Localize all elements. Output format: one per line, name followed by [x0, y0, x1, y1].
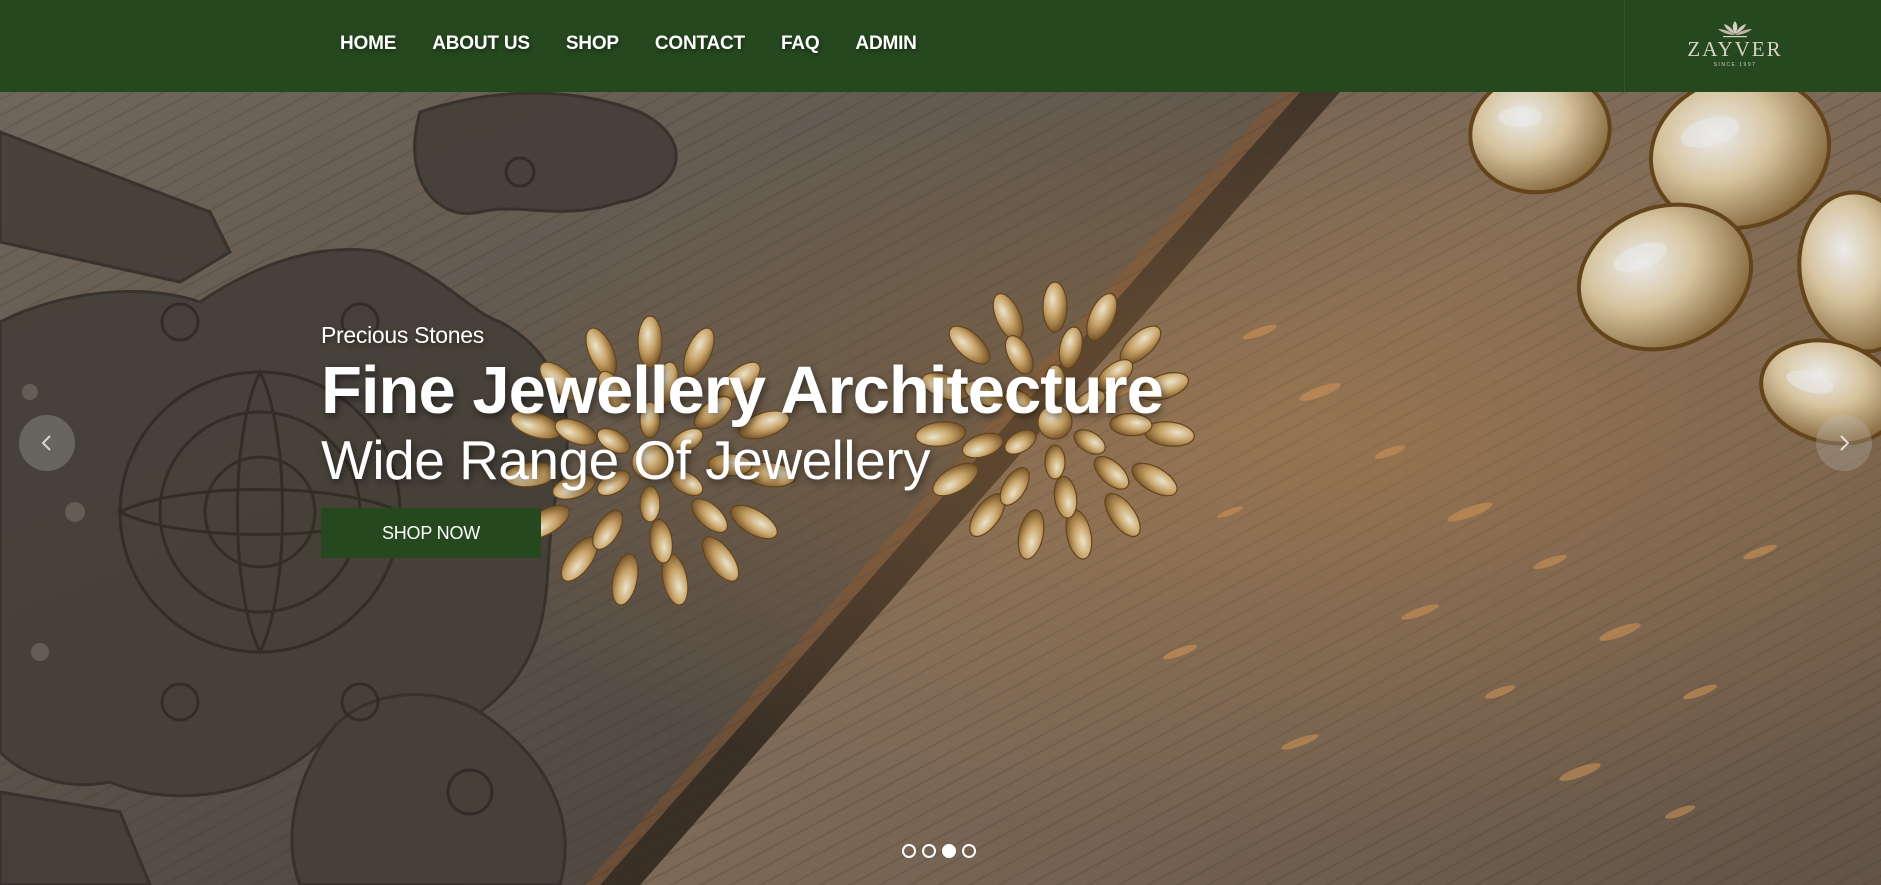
- slide-dot[interactable]: [902, 844, 916, 858]
- hero-title: Fine Jewellery Architecture: [321, 353, 1164, 428]
- slide-dot[interactable]: [922, 844, 936, 858]
- nav-faq-link[interactable]: FAQ: [781, 33, 820, 54]
- top-navbar: HOME ABOUT US SHOP CONTACT FAQ ADMIN ZAY…: [0, 0, 1881, 92]
- hero-background-image: [0, 92, 1881, 885]
- slide-dot[interactable]: [962, 844, 976, 858]
- brand-logo[interactable]: ZAYVER SINCE 1997: [1680, 20, 1790, 76]
- nav-about-link[interactable]: ABOUT US: [432, 33, 530, 54]
- shop-now-button[interactable]: SHOP NOW: [321, 508, 541, 558]
- slider-pagination: [902, 844, 982, 858]
- lotus-emblem-icon: [1718, 21, 1752, 38]
- slider-prev-button[interactable]: [19, 415, 75, 471]
- nav-shop-link[interactable]: SHOP: [566, 33, 619, 54]
- hero-slider: Precious Stones Fine Jewellery Architect…: [0, 92, 1881, 885]
- chevron-left-icon: [41, 435, 51, 451]
- nav-home-link[interactable]: HOME: [340, 33, 396, 54]
- main-nav: HOME ABOUT US SHOP CONTACT FAQ ADMIN: [340, 0, 953, 88]
- slide-dot-active[interactable]: [942, 844, 956, 858]
- logo-tagline: SINCE 1997: [1713, 62, 1757, 68]
- chevron-right-icon: [1840, 435, 1850, 451]
- logo-wordmark: ZAYVER: [1687, 37, 1783, 61]
- navbar-divider: [1624, 0, 1625, 92]
- nav-admin-link[interactable]: ADMIN: [855, 33, 916, 54]
- hero-eyebrow: Precious Stones: [321, 322, 484, 348]
- hero-subtitle: Wide Range Of Jewellery: [321, 429, 931, 491]
- slider-next-button[interactable]: [1816, 415, 1872, 471]
- nav-contact-link[interactable]: CONTACT: [655, 33, 745, 54]
